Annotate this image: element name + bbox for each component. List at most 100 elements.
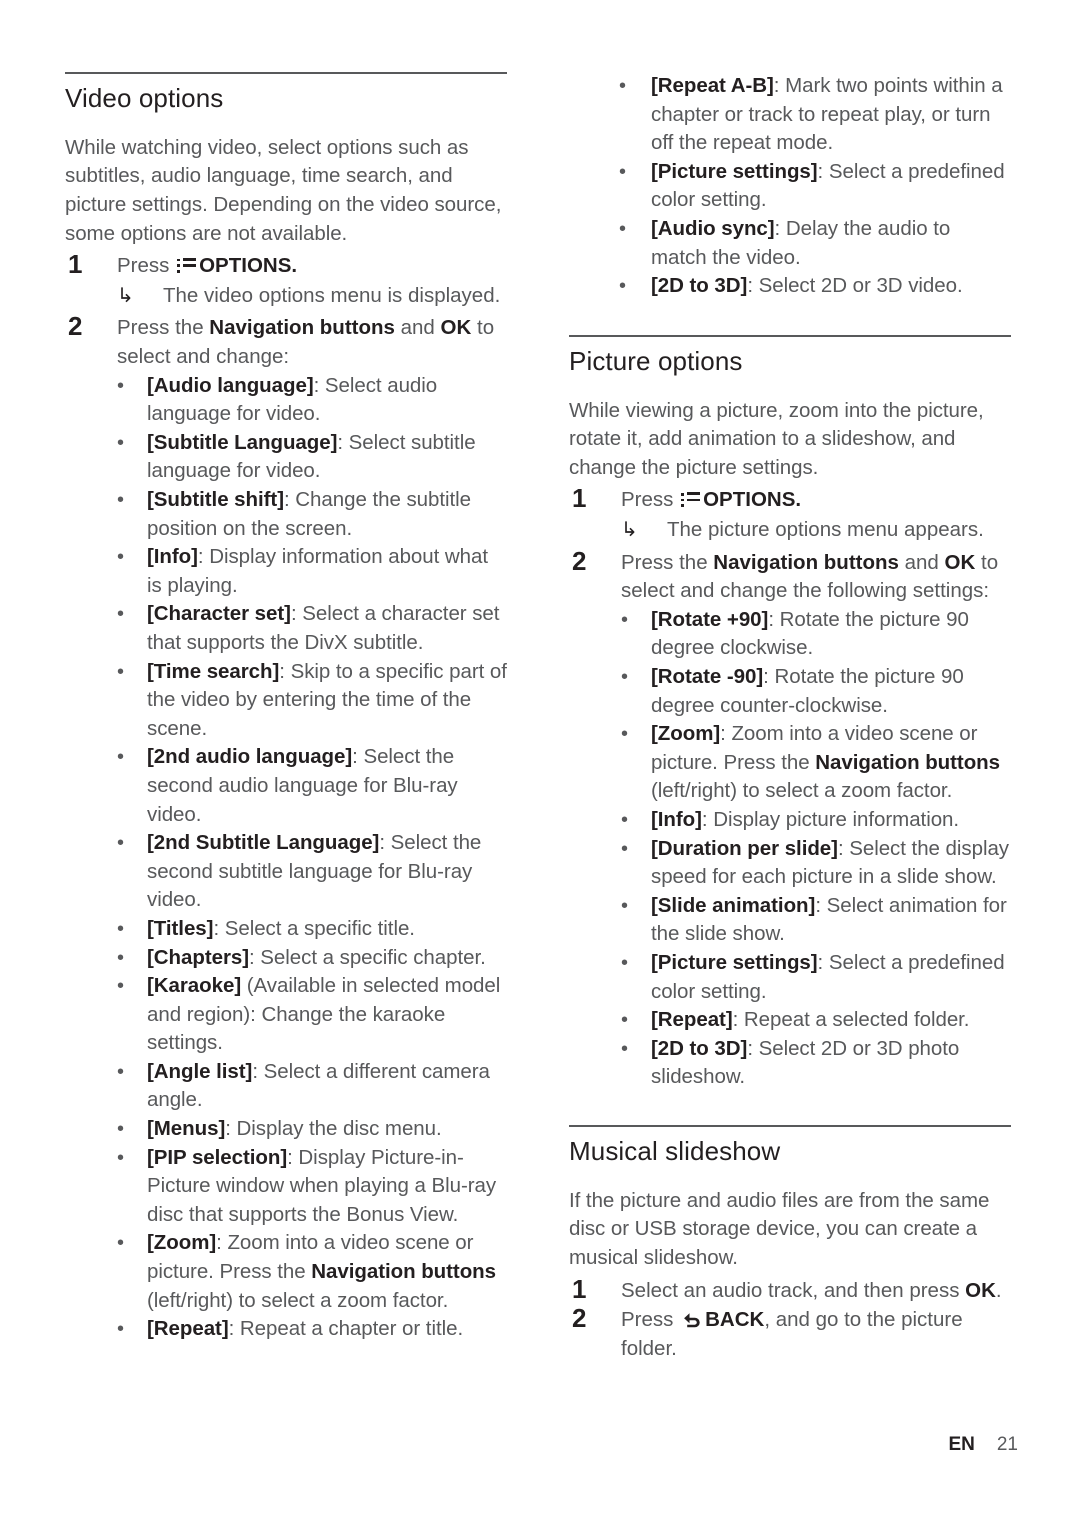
step-number: 1 <box>572 483 587 514</box>
step-text-part-bold: Navigation buttons <box>209 316 395 340</box>
list-item: • [Chapters]: Select a specific chapter. <box>117 944 507 973</box>
option-term: [Repeat] <box>147 1317 229 1341</box>
list-item: • [PIP selection]: Display Picture-in-Pic… <box>117 1144 507 1230</box>
step-text-before-icon: Press <box>621 1308 680 1332</box>
bullet-icon: • <box>621 1037 628 1060</box>
option-term: [Karaoke] <box>147 974 242 998</box>
list-item: • [Audio sync]: Delay the audio to match … <box>569 215 1011 272</box>
bullet-icon: • <box>117 489 124 512</box>
option-desc: : Display the disc menu. <box>225 1117 442 1141</box>
options-menu-icon <box>177 258 197 273</box>
option-desc-tail: (left/right) to select a zoom factor. <box>147 1288 449 1312</box>
option-term: [Slide animation] <box>651 893 816 917</box>
step-result: ↳ The picture options menu appears. <box>621 516 1011 545</box>
page-footer: EN 21 <box>0 1434 1080 1456</box>
section-intro-text: If the picture and audio files are from … <box>569 1188 990 1269</box>
list-item: • [Rotate -90]: Rotate the picture 90 deg… <box>621 663 1011 720</box>
option-term: [Info] <box>651 807 702 831</box>
bullet-icon: • <box>117 917 124 940</box>
step-text-part-bold: OK <box>965 1278 996 1302</box>
bullet-icon: • <box>117 431 124 454</box>
list-item: • [Slide animation]: Select animation for… <box>621 892 1011 949</box>
option-term: [2D to 3D] <box>651 1036 748 1060</box>
step-text-before-icon: Press <box>621 488 680 512</box>
list-item: • [Repeat]: Repeat a chapter or title. <box>117 1315 507 1344</box>
left-column: Video options While watching video, sele… <box>65 72 507 1344</box>
option-term: [Picture settings] <box>651 159 818 183</box>
option-term: [PIP selection] <box>147 1145 288 1169</box>
option-desc-tail: (left/right) to select a zoom factor. <box>651 779 953 803</box>
step-text: Press BACK, and go to the picture folder… <box>621 1306 1011 1363</box>
option-term: [Repeat A-B] <box>651 74 774 97</box>
list-item: • [Angle list]: Select a different camera… <box>117 1058 507 1115</box>
list-item: • [Repeat]: Repeat a selected folder. <box>621 1006 1011 1035</box>
list-item: • [2nd audio language]: Select the second… <box>117 743 507 829</box>
step-item: 2 Press the Navigation buttons and OK to… <box>569 545 1011 1092</box>
step-text-part-bold: OK <box>440 316 472 340</box>
steps-list: 1 Select an audio track, and then press … <box>569 1274 1011 1364</box>
list-item: • [Zoom]: Zoom into a video scene or pict… <box>117 1229 507 1315</box>
step-text: Press the Navigation buttons and OK to s… <box>117 314 507 371</box>
bullet-icon: • <box>621 723 628 746</box>
bullet-icon: • <box>621 808 628 831</box>
step-text: Select an audio track, and then press OK… <box>621 1277 1011 1306</box>
step-result: ↳ The video options menu is displayed. <box>117 282 507 311</box>
step-text-part: and <box>394 316 441 340</box>
option-term: [Audio language] <box>147 373 314 397</box>
continued-option-bullet-list: • [Repeat A-B]: Mark two points within a … <box>569 72 1011 301</box>
bullet-icon: • <box>619 217 626 240</box>
option-bullet-list: • [Rotate +90]: Rotate the picture 90 deg… <box>621 606 1011 1092</box>
option-term: [Subtitle Language] <box>147 430 338 454</box>
step-text: Press OPTIONS. <box>621 486 1011 515</box>
step-item: 1 Press OPTIONS. ↳ The video options menu… <box>65 249 507 311</box>
step-text-part: and <box>898 550 945 574</box>
section-intro-text: While watching video, select options suc… <box>65 135 502 245</box>
step-number: 2 <box>68 311 83 342</box>
step-text-before-icon: Press <box>117 254 176 278</box>
step-item: 1 Select an audio track, and then press … <box>569 1274 1011 1306</box>
step-number: 1 <box>68 249 83 280</box>
page-title: Video options <box>65 83 224 113</box>
option-term: [Subtitle shift] <box>147 488 284 512</box>
result-text: The video options menu is displayed. <box>163 283 501 307</box>
bullet-icon: • <box>621 665 628 688</box>
section-intro-text: While viewing a picture, zoom into the p… <box>569 398 984 479</box>
result-arrow-icon: ↳ <box>117 284 134 307</box>
result-arrow-icon: ↳ <box>621 519 638 542</box>
list-item: • [Info]: Display information about what … <box>117 543 507 600</box>
bullet-icon: • <box>117 1060 124 1083</box>
list-item: • [Duration per slide]: Select the displa… <box>621 835 1011 892</box>
bullet-icon: • <box>117 1118 124 1141</box>
option-desc-bold: Navigation buttons <box>311 1260 496 1284</box>
list-item: • [Titles]: Select a specific title. <box>117 915 507 944</box>
option-term: [Menus] <box>147 1117 226 1141</box>
step-number: 2 <box>572 545 587 576</box>
option-desc: : Select a specific title. <box>213 916 415 940</box>
step-number: 2 <box>572 1303 587 1334</box>
bullet-icon: • <box>619 160 626 183</box>
section-heading: Picture options <box>569 345 743 376</box>
step-text-after-icon-bold: BACK <box>705 1308 765 1332</box>
options-menu-icon <box>681 492 701 507</box>
step-text-part: Select an audio track, and then press <box>621 1278 966 1302</box>
option-term: [Character set] <box>147 602 291 626</box>
section-divider <box>569 334 1011 337</box>
bullet-icon: • <box>117 1318 124 1341</box>
step-text-after-icon: OPTIONS. <box>199 254 298 278</box>
list-item: • [2D to 3D]: Select 2D or 3D video. <box>569 272 1011 301</box>
section-divider <box>569 1124 1011 1127</box>
section-divider <box>65 72 507 74</box>
footer-language-code: EN <box>948 1434 975 1455</box>
option-term: [2D to 3D] <box>651 274 748 298</box>
bullet-icon: • <box>117 660 124 683</box>
section-picture-options: Picture options While viewing a picture,… <box>569 334 1011 1092</box>
right-column: • [Repeat A-B]: Mark two points within a … <box>569 72 1011 1363</box>
list-item: • [Rotate +90]: Rotate the picture 90 deg… <box>621 606 1011 663</box>
bullet-icon: • <box>117 975 124 998</box>
bullet-icon: • <box>117 946 124 969</box>
option-term: [Chapters] <box>147 945 250 969</box>
bullet-icon: • <box>117 374 124 397</box>
option-term: [Info] <box>147 545 198 569</box>
bullet-icon: • <box>621 837 628 860</box>
step-text: Press the Navigation buttons and OK to s… <box>621 549 1011 606</box>
